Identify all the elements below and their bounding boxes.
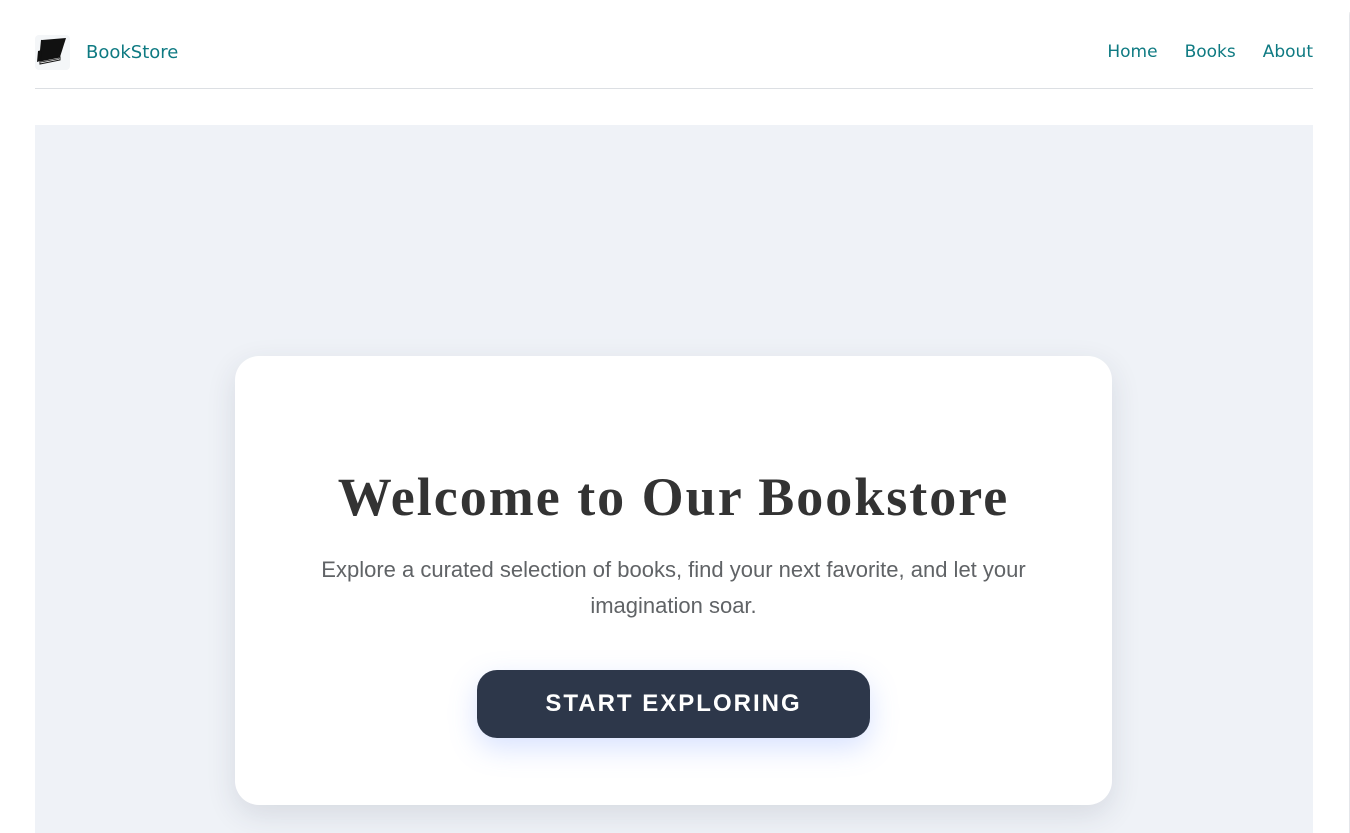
hero-section: Welcome to Our Bookstore Explore a curat… <box>35 125 1313 833</box>
nav-about-link[interactable]: About <box>1263 42 1313 62</box>
navbar: BookStore Home Books About <box>35 20 1313 89</box>
page-frame: BookStore Home Books About Welcome to Ou… <box>0 0 1350 833</box>
hero-description: Explore a curated selection of books, fi… <box>321 557 1026 618</box>
book-icon <box>35 34 70 70</box>
brand-link[interactable]: BookStore <box>35 34 179 70</box>
start-exploring-button[interactable]: START EXPLORING <box>477 670 870 738</box>
hero-title: Welcome to Our Bookstore <box>337 467 1010 527</box>
nav-home-link[interactable]: Home <box>1107 42 1157 62</box>
main-nav: Home Books About <box>1107 42 1313 62</box>
hero-card: Welcome to Our Bookstore Explore a curat… <box>235 356 1112 805</box>
nav-books-link[interactable]: Books <box>1185 42 1236 62</box>
brand-name: BookStore <box>86 41 179 63</box>
